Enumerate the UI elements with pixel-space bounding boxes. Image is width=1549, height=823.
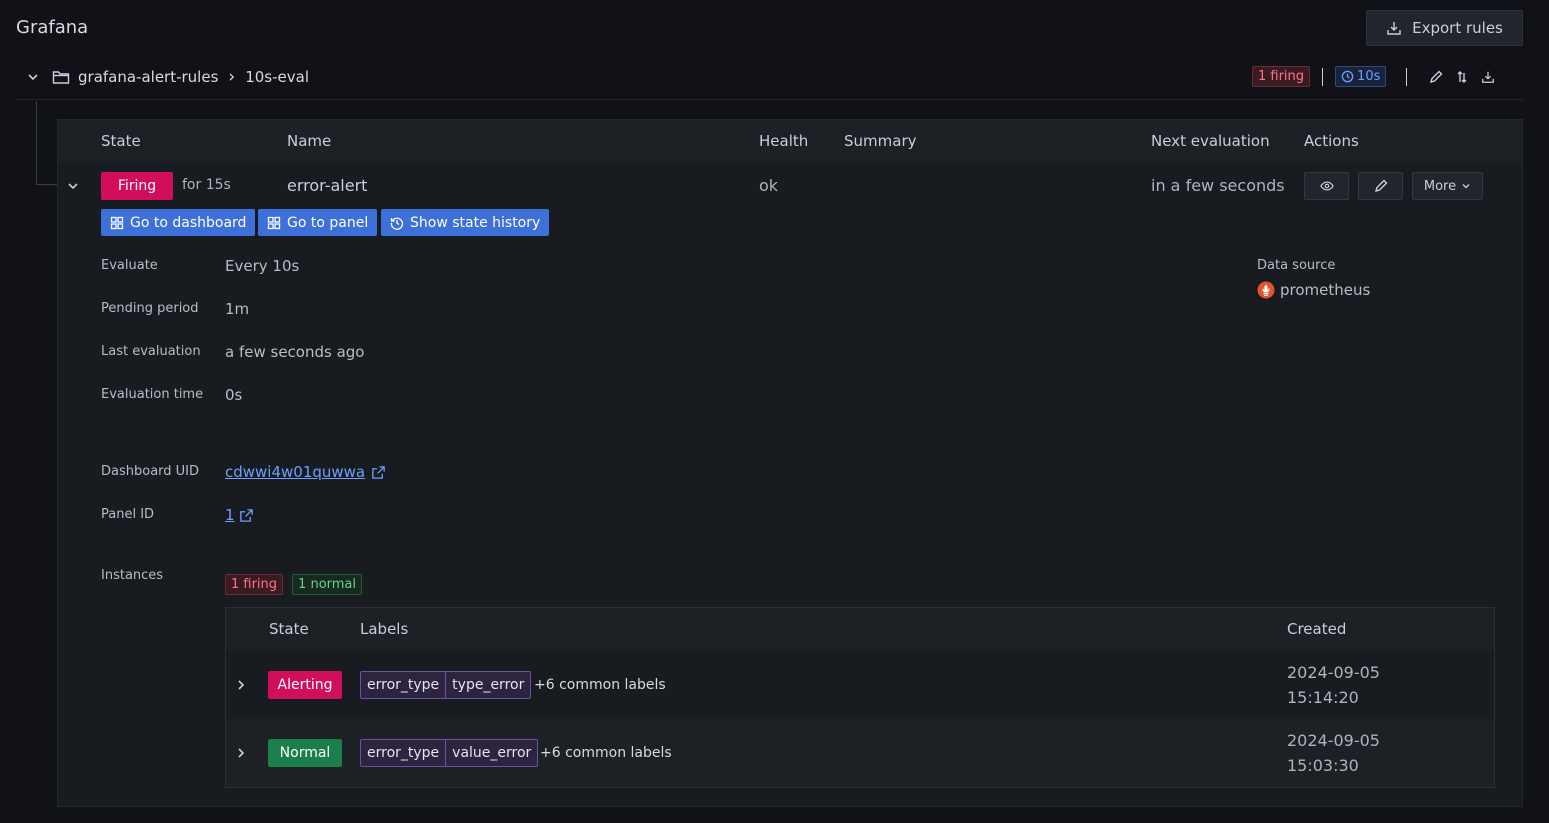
label-key: error_type <box>361 672 447 698</box>
go-to-dashboard-label: Go to dashboard <box>130 214 247 231</box>
history-icon <box>390 216 404 230</box>
go-to-panel-button[interactable]: Go to panel <box>258 209 378 236</box>
rule-state-badge: Firing <box>101 172 173 200</box>
apps-icon <box>267 216 281 230</box>
column-health: Health <box>759 132 809 150</box>
instances-column-created: Created <box>1287 620 1347 638</box>
instance-created: 2024-09-05 15:14:20 <box>1287 660 1380 710</box>
column-next-evaluation: Next evaluation <box>1151 132 1270 150</box>
view-rule-button[interactable] <box>1304 172 1349 200</box>
more-label: More <box>1423 178 1457 194</box>
instance-counts: 1 firing 1 normal <box>225 574 363 595</box>
instance-state-badge: Normal <box>268 739 342 767</box>
tree-connector <box>36 184 57 185</box>
instances-column-labels: Labels <box>360 620 409 638</box>
evaluate-value: Every 10s <box>225 257 300 275</box>
interval-value: 10s <box>1357 69 1381 84</box>
apps-icon <box>110 216 124 230</box>
instances-column-state: State <box>269 620 309 638</box>
rule-group-header: grafana-alert-rules › 10s-eval 1 firing … <box>16 60 1523 100</box>
expand-instance-icon[interactable] <box>235 678 247 692</box>
column-summary: Summary <box>844 132 917 150</box>
chevron-down-icon <box>1461 181 1471 191</box>
rule-name: error-alert <box>287 176 368 195</box>
label-value: value_error <box>452 745 532 761</box>
rule-state-duration: for 15s <box>182 177 231 193</box>
evaluation-time-label: Evaluation time <box>101 387 204 402</box>
go-to-dashboard-button[interactable]: Go to dashboard <box>101 209 256 236</box>
breadcrumb: grafana-alert-rules › 10s-eval <box>26 67 309 87</box>
dashboard-uid-link[interactable]: cdwwi4w01quwwa <box>225 463 386 481</box>
label-key: error_type <box>361 740 447 766</box>
column-actions: Actions <box>1304 132 1359 150</box>
last-evaluation-value: a few seconds ago <box>225 343 365 361</box>
data-source: prometheus <box>1257 281 1370 299</box>
pencil-icon <box>1374 179 1388 193</box>
dashboard-uid-label: Dashboard UID <box>101 464 200 479</box>
evaluate-label: Evaluate <box>101 258 158 273</box>
dashboard-uid-value: cdwwi4w01quwwa <box>225 463 366 481</box>
evaluation-time-value: 0s <box>225 386 243 404</box>
data-source-label: Data source <box>1257 258 1336 273</box>
common-labels-toggle[interactable]: +6 common labels <box>540 745 672 761</box>
data-source-name: prometheus <box>1280 281 1371 299</box>
divider <box>1322 67 1324 86</box>
app-title: Grafana <box>16 17 89 38</box>
expand-instance-icon[interactable] <box>235 746 247 760</box>
instance-label-chip: error_type type_error <box>360 671 532 699</box>
group-firing-badge: 1 firing <box>1252 66 1311 87</box>
created-time: 15:14:20 <box>1287 688 1359 707</box>
external-link-icon <box>371 465 386 480</box>
pending-period-value: 1m <box>225 300 250 318</box>
tree-connector <box>36 101 37 185</box>
instance-created: 2024-09-05 15:03:30 <box>1287 728 1380 778</box>
collapse-rule-icon[interactable] <box>66 179 80 193</box>
label-value: type_error <box>452 677 525 693</box>
export-rules-label: Export rules <box>1412 19 1503 37</box>
instances-normal-badge: 1 normal <box>292 574 363 595</box>
clock-icon <box>1341 70 1354 83</box>
divider <box>1406 67 1408 86</box>
edit-group-icon[interactable] <box>1429 70 1443 84</box>
export-rules-button[interactable]: Export rules <box>1366 10 1523 46</box>
rule-health: ok <box>759 176 779 195</box>
edit-rule-button[interactable] <box>1358 172 1403 200</box>
panel-id-link[interactable]: 1 <box>225 506 254 524</box>
panel-id-value: 1 <box>225 506 235 524</box>
created-date: 2024-09-05 <box>1287 731 1380 750</box>
pending-period-label: Pending period <box>101 301 199 316</box>
evaluation-interval-badge: 10s <box>1335 66 1387 87</box>
group-name: 10s-eval <box>245 68 309 86</box>
instances-firing-badge: 1 firing <box>225 574 284 595</box>
folder-icon <box>52 69 70 85</box>
more-actions-button[interactable]: More <box>1412 172 1483 200</box>
external-link-icon <box>239 508 254 523</box>
panel-id-label: Panel ID <box>101 507 155 522</box>
show-state-history-label: Show state history <box>410 214 541 231</box>
rule-next-evaluation: in a few seconds <box>1151 176 1285 195</box>
created-date: 2024-09-05 <box>1287 663 1380 682</box>
eye-icon <box>1319 179 1334 193</box>
common-labels-toggle[interactable]: +6 common labels <box>534 677 666 693</box>
folder-name[interactable]: grafana-alert-rules <box>78 68 218 86</box>
go-to-panel-label: Go to panel <box>287 214 369 231</box>
created-time: 15:03:30 <box>1287 756 1359 775</box>
column-name: Name <box>287 132 332 150</box>
reorder-icon[interactable] <box>1455 70 1469 84</box>
instance-state-badge: Alerting <box>268 671 342 699</box>
breadcrumb-separator: › <box>228 67 236 87</box>
chevron-down-icon[interactable] <box>26 70 40 84</box>
instances-label: Instances <box>101 568 164 583</box>
prometheus-icon <box>1257 281 1275 299</box>
last-evaluation-label: Last evaluation <box>101 344 201 359</box>
column-state: State <box>101 132 141 150</box>
export-group-icon[interactable] <box>1481 70 1495 84</box>
instance-label-chip: error_type value_error <box>360 739 539 767</box>
show-state-history-button[interactable]: Show state history <box>381 209 550 236</box>
download-icon <box>1386 20 1402 36</box>
